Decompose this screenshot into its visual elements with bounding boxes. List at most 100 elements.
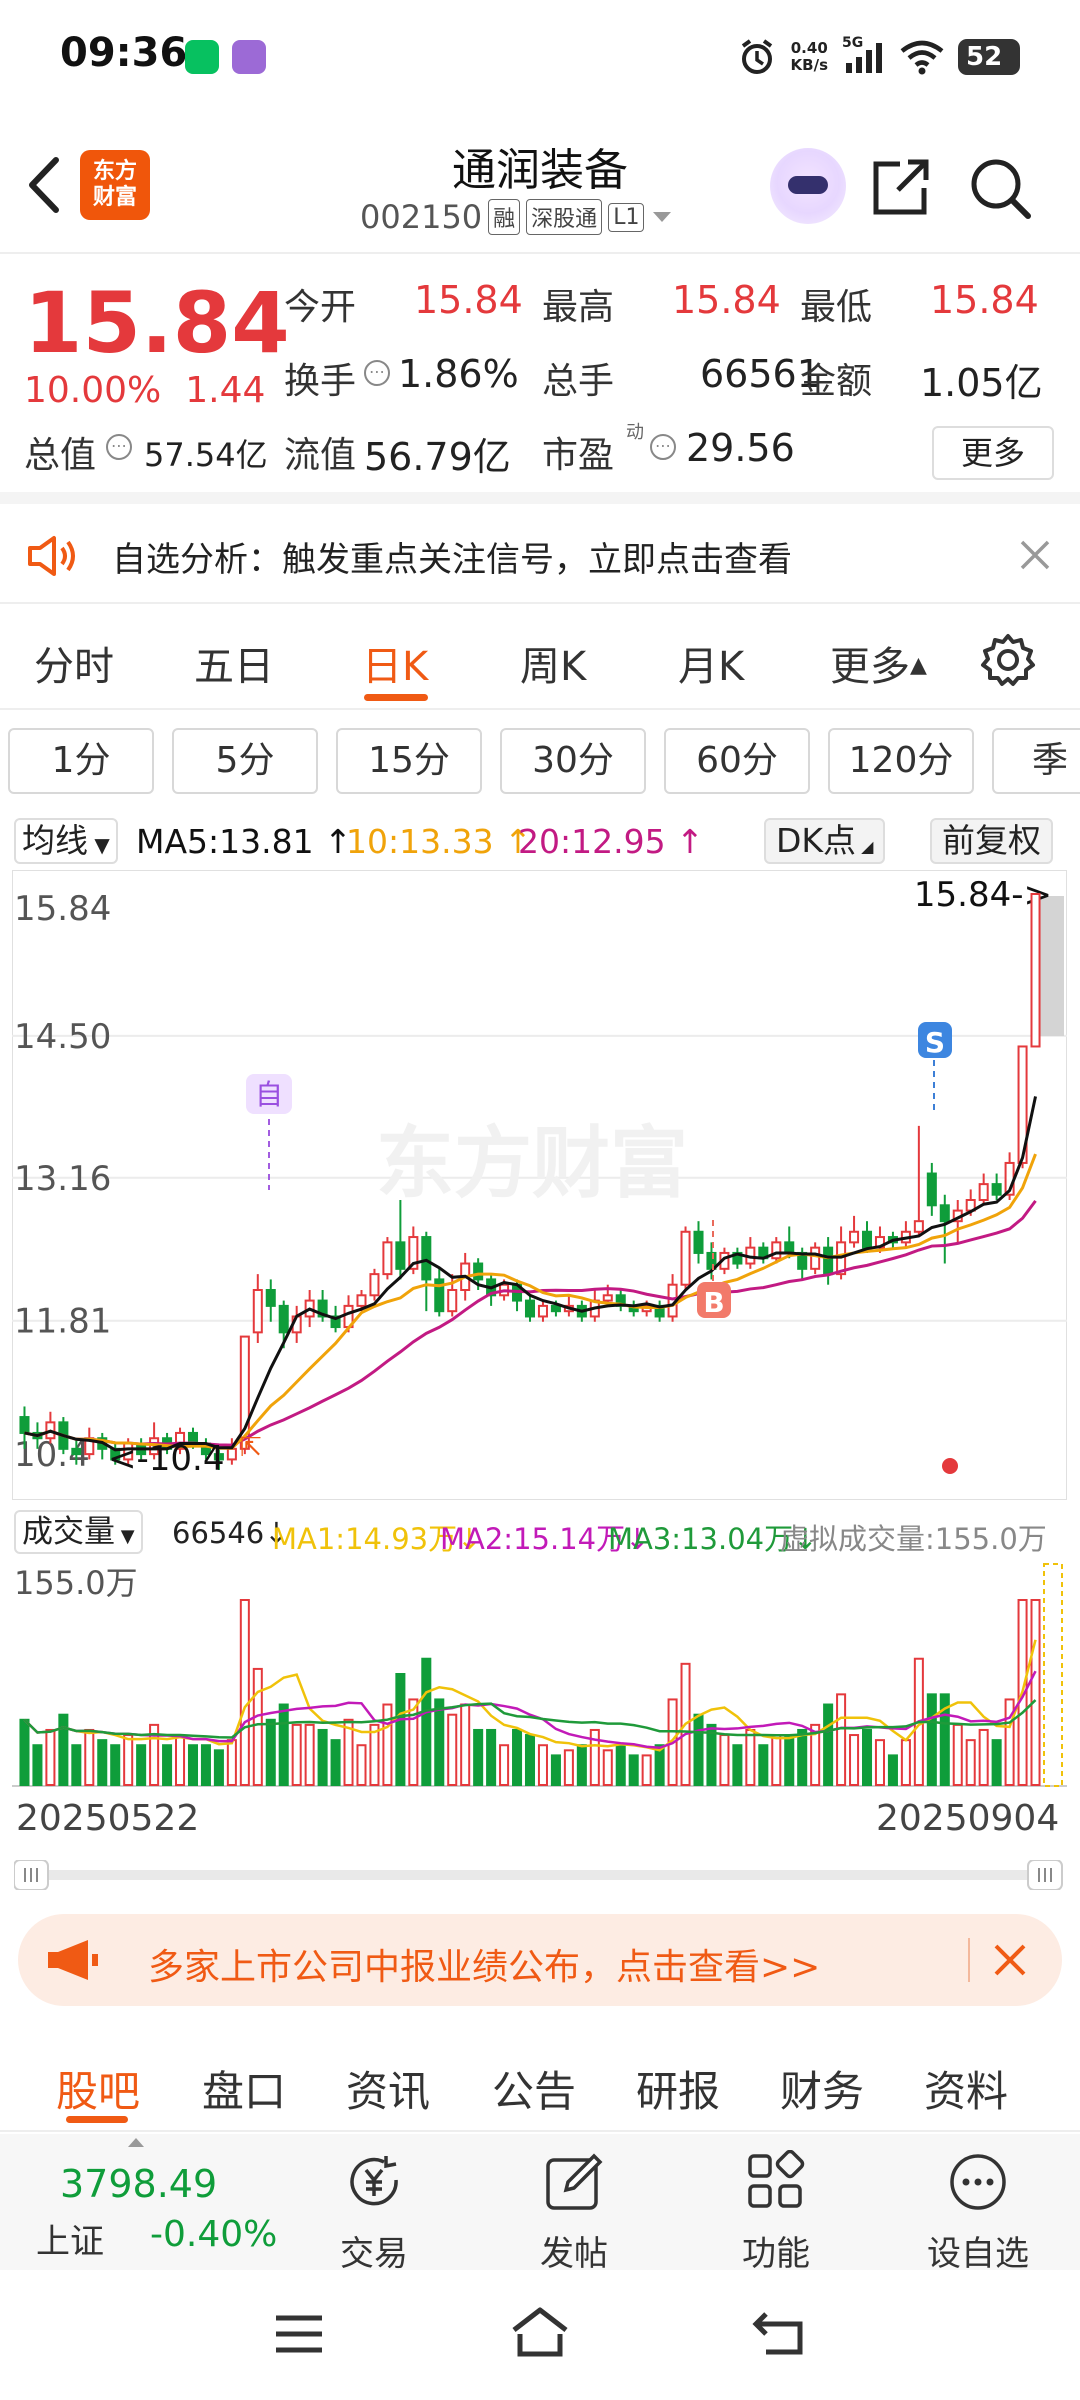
home-icon[interactable] xyxy=(508,2304,572,2360)
caret-down-icon xyxy=(653,212,672,222)
current-price: 15.84 xyxy=(24,274,290,372)
settings-gear-icon[interactable] xyxy=(980,632,1036,688)
open-label: 今开 xyxy=(284,287,357,328)
analysis-notice[interactable]: 自选分析：触发重点关注信号，立即点击查看 xyxy=(0,504,1080,604)
quote-panel: 15.84 10.00% 1.44 今开 15.84 最高 15.84 最低 1… xyxy=(0,254,1080,504)
volume-bar xyxy=(965,1739,976,1786)
candle-up xyxy=(1030,893,1041,1048)
volume-bar xyxy=(719,1734,730,1787)
candle-down xyxy=(421,1236,432,1281)
ai-assistant-avatar[interactable] xyxy=(770,148,846,224)
back-icon[interactable] xyxy=(752,2308,812,2358)
interval-5min[interactable]: 5分 xyxy=(172,728,318,794)
candle-down xyxy=(19,1416,30,1434)
adjust-button[interactable]: 前复权 xyxy=(930,818,1053,864)
tab-daily-k[interactable]: 日K xyxy=(362,634,428,692)
tab-finance[interactable]: 财务 xyxy=(780,2058,864,2119)
pe-label: 市盈 xyxy=(542,435,615,476)
banner-text: 多家上市公司中报业绩公布，点击查看>> xyxy=(148,1947,821,1988)
period-tabs: 分时 五日 日K 周K 月K 更多▲ xyxy=(0,606,1080,710)
info-icon[interactable]: ⋯ xyxy=(106,434,132,460)
volume-bar xyxy=(602,1749,613,1786)
menu-icon[interactable] xyxy=(272,2312,326,2356)
tab-intraday[interactable]: 分时 xyxy=(34,634,114,692)
y-tick-label: 11.81 xyxy=(14,1302,111,1342)
tab-more[interactable]: 更多▲ xyxy=(830,634,927,692)
info-icon[interactable]: ⋯ xyxy=(364,360,390,386)
edit-post-icon xyxy=(546,2153,603,2210)
vol-ma3-text: MA3:13.04万 xyxy=(608,1522,794,1556)
volume-bar xyxy=(758,1744,769,1787)
volume-bar xyxy=(732,1744,743,1787)
pe-dynamic-tag: 动 xyxy=(626,422,644,443)
tab-research[interactable]: 研报 xyxy=(636,2058,720,2119)
trade-button[interactable]: 交易 xyxy=(294,2144,454,2274)
volume-bar xyxy=(45,1728,56,1786)
info-icon[interactable]: ⋯ xyxy=(650,434,676,460)
tab-monthly-k[interactable]: 月K xyxy=(678,634,744,692)
candle-down xyxy=(473,1262,484,1281)
volume-bar xyxy=(952,1723,963,1786)
stock-code-row[interactable]: 002150 融 深股通 L1 xyxy=(360,198,674,236)
interval-15min[interactable]: 15分 xyxy=(336,728,482,794)
volume-bar xyxy=(537,1744,548,1787)
candle-up xyxy=(978,1183,989,1201)
volume-bar xyxy=(317,1728,328,1786)
function-button[interactable]: 功能 xyxy=(696,2144,856,2274)
volume-bar xyxy=(58,1713,69,1786)
more-quote-button[interactable]: 更多 xyxy=(932,426,1054,480)
interval-120min[interactable]: 120分 xyxy=(828,728,974,794)
tab-announcements[interactable]: 公告 xyxy=(492,2058,576,2119)
search-icon[interactable] xyxy=(968,156,1032,220)
interval-1min[interactable]: 1分 xyxy=(8,728,154,794)
earnings-banner[interactable]: 多家上市公司中报业绩公布，点击查看>> xyxy=(18,1914,1062,2006)
volume-bar xyxy=(693,1713,704,1786)
vol-ma1-text: MA1:14.93万 xyxy=(272,1522,458,1556)
add-watchlist-button[interactable]: 设自选 xyxy=(898,2144,1058,2274)
chart-range-scroller[interactable] xyxy=(14,1860,1064,1890)
candle-down xyxy=(693,1230,704,1254)
y-tick-label: 14.50 xyxy=(14,1017,111,1057)
apps-grid-icon xyxy=(748,2150,805,2208)
tab-news[interactable]: 资讯 xyxy=(346,2058,430,2119)
share-icon[interactable] xyxy=(870,156,932,218)
close-icon[interactable] xyxy=(990,1940,1030,1980)
volume-bar xyxy=(900,1739,911,1786)
volume-chart[interactable]: 155.0万 xyxy=(12,1560,1067,1788)
tab-order-book[interactable]: 盘口 xyxy=(202,2058,286,2119)
tab-five-day[interactable]: 五日 xyxy=(194,634,274,692)
indicator-selector[interactable]: 均线 ▼ xyxy=(14,818,118,864)
post-button[interactable]: 发帖 xyxy=(494,2144,654,2274)
volume-selector[interactable]: 成交量 ▼ xyxy=(14,1510,143,1554)
close-icon[interactable] xyxy=(1018,538,1052,572)
y-tick-label: 13.16 xyxy=(14,1159,111,1199)
volume-bar xyxy=(252,1667,263,1786)
system-nav-bar xyxy=(0,2270,1080,2400)
caret-down-icon: ▼ xyxy=(88,833,110,857)
dk-point-button[interactable]: DK点 ◢ xyxy=(764,818,886,864)
volume-bar xyxy=(887,1754,898,1786)
interval-quarter[interactable]: 季 xyxy=(992,728,1080,794)
tab-profile[interactable]: 资料 xyxy=(924,2058,1008,2119)
sell-marker-label: S xyxy=(925,1026,945,1059)
ma-indicator-row: 均线 ▼ MA5:13.81 ↑ 10:13.33 ↑ 20:12.95 ↑ D… xyxy=(0,812,1080,868)
candle-down xyxy=(939,1204,950,1223)
add-watchlist-label: 设自选 xyxy=(927,2234,1029,2274)
divider xyxy=(968,1938,970,1982)
candle-down xyxy=(550,1304,561,1313)
tab-forum[interactable]: 股吧 xyxy=(56,2058,140,2119)
volume-bar xyxy=(382,1703,393,1786)
ma5-text: MA5:13.81 xyxy=(136,822,314,861)
buy-marker-label: B xyxy=(703,1286,724,1319)
end-date: 20250904 xyxy=(876,1798,1060,1839)
candle-up xyxy=(771,1241,782,1260)
kline-chart[interactable]: 东方财富 15.84 14.50 13.16 11.81 10.4 15.84-… xyxy=(12,870,1067,1500)
volume-max-label: 155.0万 xyxy=(14,1564,138,1602)
interval-30min[interactable]: 30分 xyxy=(500,728,646,794)
minute-interval-tabs: 1分 5分 15分 30分 60分 120分 季 xyxy=(0,718,1080,800)
index-widget[interactable]: 3798.49 xyxy=(60,2162,217,2206)
interval-60min[interactable]: 60分 xyxy=(664,728,810,794)
candle-down xyxy=(991,1183,1002,1196)
tab-weekly-k[interactable]: 周K xyxy=(520,634,586,692)
volume-bar xyxy=(304,1723,315,1786)
